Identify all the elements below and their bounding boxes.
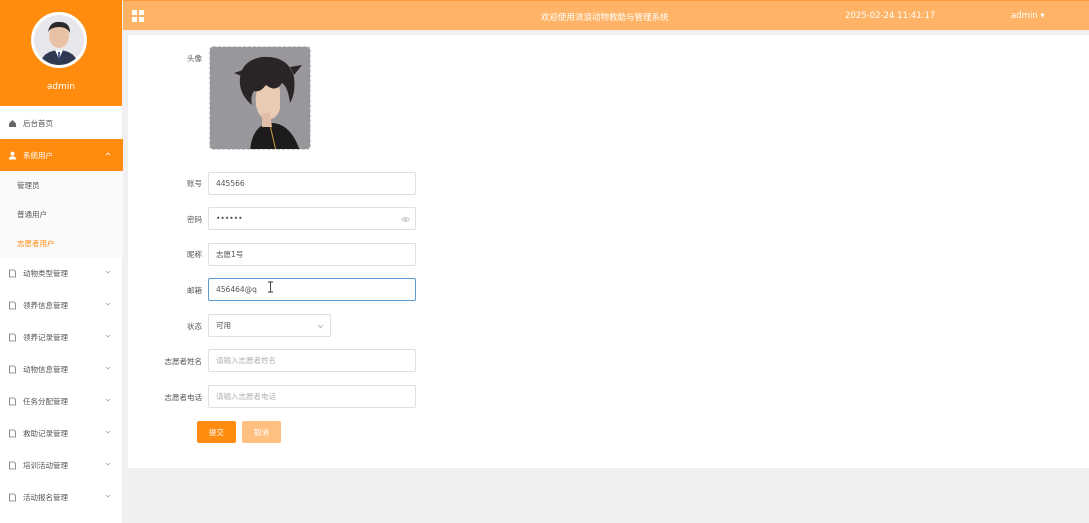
- home-icon: [8, 119, 17, 128]
- sidebar-subitem-label: 管理员: [17, 181, 40, 190]
- sidebar-item-label: 后台首页: [23, 118, 53, 128]
- chevron-down-icon: [105, 302, 111, 306]
- document-icon: [8, 301, 17, 310]
- email-input[interactable]: 456464@q: [208, 278, 416, 301]
- cancel-button[interactable]: 取消: [242, 421, 281, 443]
- sidebar-subitem-label: 志愿者用户: [17, 239, 55, 248]
- document-icon: [8, 429, 17, 438]
- grid-menu-icon[interactable]: [131, 9, 145, 23]
- sidebar-item-signup[interactable]: 活动报名管理: [0, 481, 123, 513]
- chevron-down-icon: [105, 398, 111, 402]
- document-icon: [8, 461, 17, 470]
- account-label: 账号: [187, 179, 202, 188]
- status-value: 可用: [216, 321, 231, 330]
- sidebar-item-label: 培训活动管理: [23, 460, 68, 470]
- volunteer-name-input[interactable]: 请输入志愿者姓名: [208, 349, 416, 372]
- chevron-down-icon: [105, 366, 111, 370]
- chevron-down-icon: [105, 270, 111, 274]
- password-label: 密码: [187, 215, 202, 224]
- email-value: 456464@q: [216, 285, 257, 294]
- sidebar-subitem-admin[interactable]: 管理员: [0, 171, 123, 200]
- sidebar-item-task-assign[interactable]: 任务分配管理: [0, 385, 123, 417]
- avatar[interactable]: [31, 12, 87, 68]
- avatar-image: [34, 15, 84, 65]
- sidebar-subitem-normal-user[interactable]: 普通用户: [0, 200, 123, 229]
- sidebar-item-animal-type[interactable]: 动物类型管理: [0, 257, 123, 289]
- sidebar-item-label: 活动报名管理: [23, 492, 68, 502]
- sidebar-item-label: 动物信息管理: [23, 364, 68, 374]
- sidebar-item-adoption-info[interactable]: 领养信息管理: [0, 289, 123, 321]
- sidebar-subitem-label: 普通用户: [17, 210, 47, 219]
- password-value: ••••••: [216, 214, 243, 223]
- main-content: 头像 账号 445566 密码 •••••• 昵称 志愿1号 邮箱 456464…: [128, 35, 1089, 468]
- sidebar-item-training[interactable]: 培训活动管理: [0, 449, 123, 481]
- nickname-value: 志愿1号: [216, 250, 244, 259]
- text-cursor-icon: [268, 281, 273, 293]
- volunteer-phone-input[interactable]: 请输入志愿者电话: [208, 385, 416, 408]
- chevron-down-icon: [105, 430, 111, 434]
- document-icon: [8, 365, 17, 374]
- chevron-down-icon: [105, 494, 111, 498]
- sidebar-item-label: 领养信息管理: [23, 300, 68, 310]
- sidebar-header: admin: [0, 0, 122, 106]
- submit-button[interactable]: 提交: [197, 421, 236, 443]
- status-select[interactable]: 可用: [208, 314, 331, 337]
- email-label: 邮箱: [187, 286, 202, 295]
- nickname-input[interactable]: 志愿1号: [208, 243, 416, 266]
- app-title: 欢迎使用流浪动物救助与管理系统: [541, 13, 669, 23]
- document-icon: [8, 333, 17, 342]
- volunteer-phone-placeholder: 请输入志愿者电话: [216, 392, 276, 401]
- chevron-up-icon: [105, 152, 111, 156]
- user-dropdown[interactable]: admin ▾: [1011, 11, 1045, 21]
- account-value: 445566: [216, 179, 245, 188]
- sidebar-item-label: 动物类型管理: [23, 268, 68, 278]
- sidebar-item-label: 救助记录管理: [23, 428, 68, 438]
- eye-icon[interactable]: [401, 215, 410, 224]
- avatar-label: 头像: [187, 54, 202, 63]
- avatar-upload[interactable]: [209, 46, 311, 150]
- chevron-down-icon: [105, 334, 111, 338]
- volunteer-phone-label: 志愿者电话: [164, 393, 203, 402]
- sidebar-item-label: 领养记录管理: [23, 332, 68, 342]
- document-icon: [8, 493, 17, 502]
- current-datetime: 2025-02-24 11:41:17: [845, 11, 936, 21]
- user-icon: [8, 151, 17, 160]
- sidebar-subitem-volunteer-user[interactable]: 志愿者用户: [0, 229, 123, 258]
- account-input[interactable]: 445566: [208, 172, 416, 195]
- document-icon: [8, 269, 17, 278]
- sidebar-item-label: 系统用户: [23, 150, 53, 160]
- sidebar-item-adoption-record[interactable]: 领养记录管理: [0, 321, 123, 353]
- status-label: 状态: [187, 322, 202, 331]
- sidebar-item-rescue-record[interactable]: 救助记录管理: [0, 417, 123, 449]
- sidebar-item-label: 任务分配管理: [23, 396, 68, 406]
- volunteer-name-label: 志愿者姓名: [164, 357, 203, 366]
- document-icon: [8, 397, 17, 406]
- sidebar: admin 后台首页 系统用户 管理员 普通用户 志愿者用户 动物类型管理 领养…: [0, 0, 123, 523]
- chevron-down-icon: [317, 324, 324, 329]
- chevron-down-icon: [105, 462, 111, 466]
- sidebar-item-system-users[interactable]: 系统用户: [0, 139, 123, 171]
- nickname-label: 昵称: [187, 250, 202, 259]
- sidebar-item-home[interactable]: 后台首页: [0, 107, 123, 139]
- sidebar-username: admin: [46, 82, 76, 92]
- sidebar-item-animal-info[interactable]: 动物信息管理: [0, 353, 123, 385]
- volunteer-name-placeholder: 请输入志愿者姓名: [216, 356, 276, 365]
- password-input[interactable]: ••••••: [208, 207, 416, 230]
- topbar: 欢迎使用流浪动物救助与管理系统 2025-02-24 11:41:17 admi…: [123, 0, 1089, 30]
- avatar-photo: [210, 47, 310, 149]
